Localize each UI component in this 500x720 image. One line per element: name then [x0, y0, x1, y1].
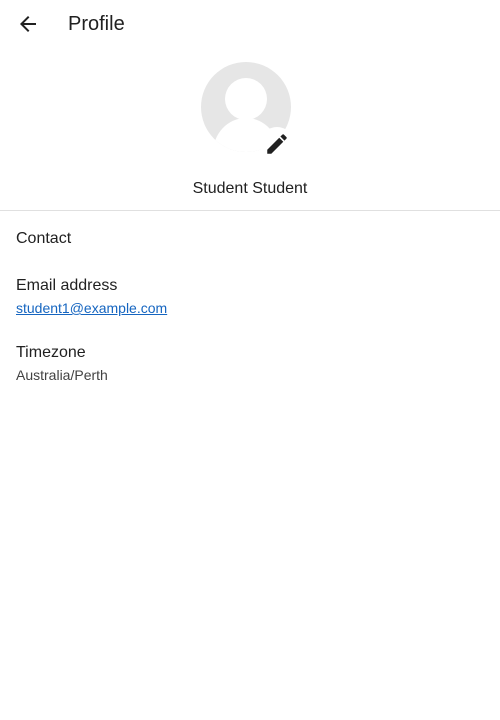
app-header: Profile [0, 0, 500, 48]
profile-name: Student Student [192, 180, 308, 197]
timezone-value: Australia/Perth [16, 367, 108, 383]
avatar-container [200, 61, 294, 161]
pencil-icon [267, 134, 287, 154]
email-link[interactable]: student1@example.com [16, 299, 167, 317]
divider [0, 210, 500, 211]
page-title: Profile [68, 13, 125, 35]
email-label: Email address [16, 277, 118, 294]
timezone-label: Timezone [16, 344, 86, 361]
edit-avatar-button[interactable] [260, 127, 294, 161]
arrow-left-icon [20, 16, 36, 32]
back-button[interactable] [8, 4, 48, 44]
contact-heading: Contact [16, 230, 72, 247]
